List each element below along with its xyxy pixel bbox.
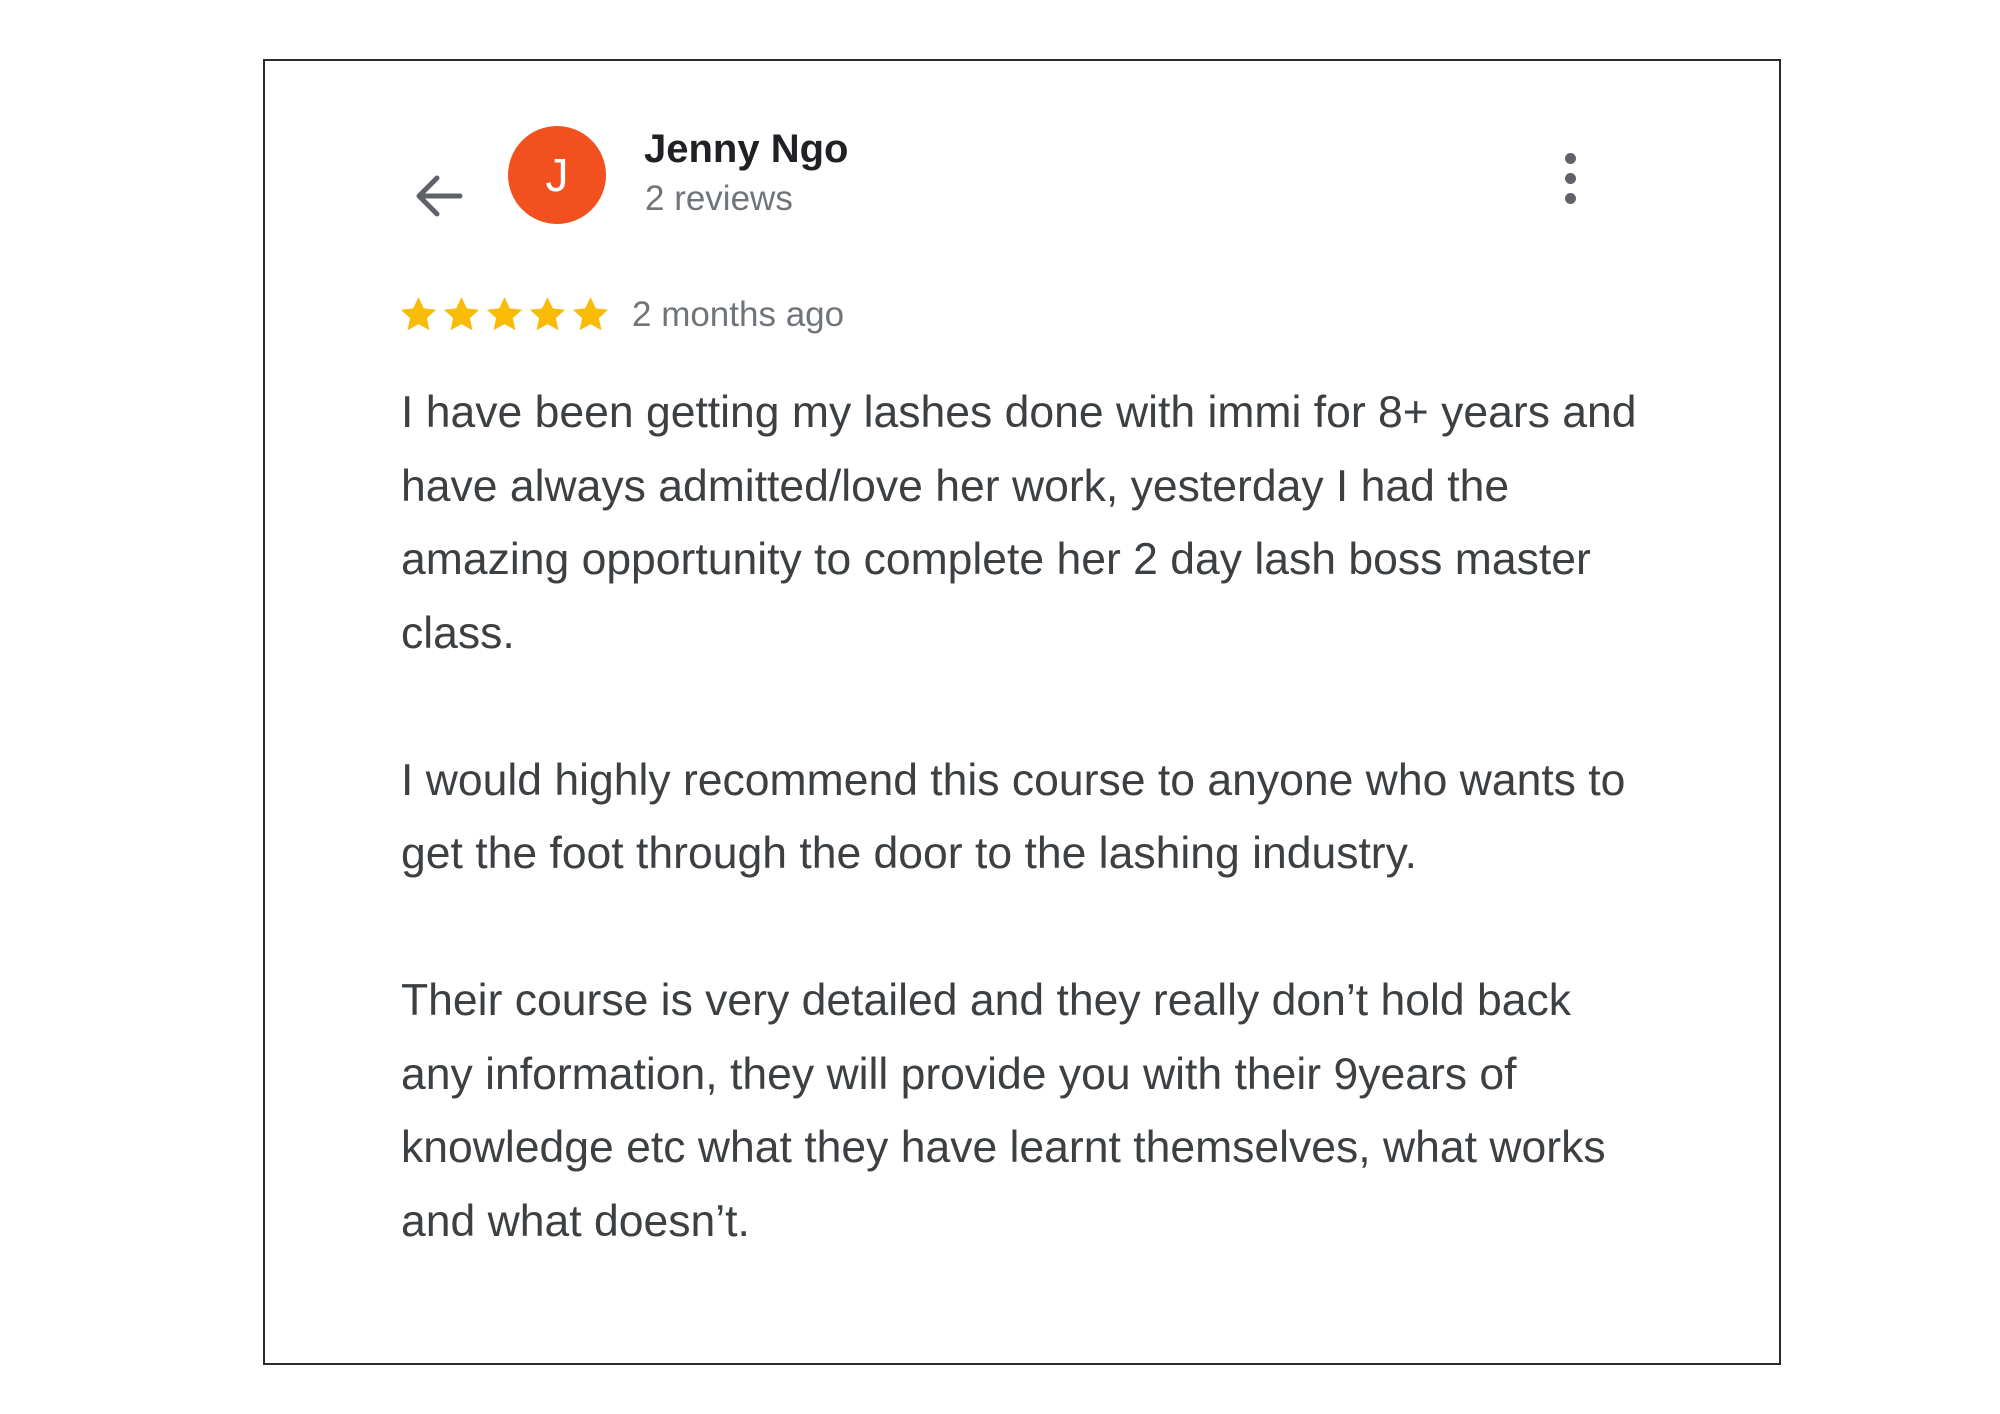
more-vertical-icon bbox=[1564, 152, 1576, 164]
star-icon bbox=[443, 297, 480, 331]
review-paragraph: I would highly recommend this course to … bbox=[401, 755, 1626, 879]
more-vertical-icon bbox=[1564, 172, 1576, 184]
reviewer-name[interactable]: Jenny Ngo bbox=[644, 127, 848, 172]
review-paragraph: Their course is very detailed and they r… bbox=[401, 976, 1606, 1246]
arrow-left-icon bbox=[416, 175, 463, 217]
review-card: J Jenny Ngo 2 reviews 2 months ago I hav… bbox=[263, 59, 1781, 1365]
star-icon bbox=[400, 297, 437, 331]
back-button[interactable] bbox=[403, 161, 473, 231]
review-text: I have been getting my lashes done with … bbox=[401, 376, 1641, 1258]
more-vertical-icon bbox=[1564, 192, 1576, 204]
star-icon bbox=[529, 297, 566, 331]
star-rating bbox=[398, 294, 611, 335]
star-icon bbox=[572, 297, 609, 331]
review-count: 2 reviews bbox=[645, 179, 793, 218]
more-options-button[interactable] bbox=[1548, 143, 1592, 213]
avatar-initial: J bbox=[545, 149, 569, 201]
review-time: 2 months ago bbox=[632, 295, 845, 334]
star-icon bbox=[486, 297, 523, 331]
review-paragraph: I have been getting my lashes done with … bbox=[401, 388, 1637, 658]
avatar[interactable]: J bbox=[508, 126, 606, 224]
